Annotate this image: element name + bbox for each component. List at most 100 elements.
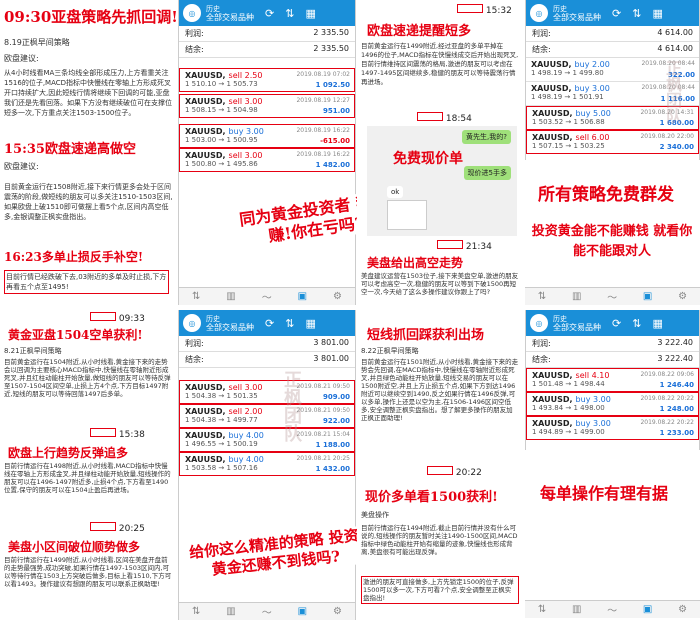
time-tag-2: 18:54	[417, 112, 472, 124]
heading-stoploss: 16:23多单止损反手补空!	[4, 250, 144, 264]
order-row[interactable]: XAUUSD, sell 2.00 2019.08.21 09:50 1 504.38…	[179, 404, 355, 428]
para-2: 目前行情运行在1494附近,截止目前行情并没有什么可说的,短线操作的朋友暂时关注…	[361, 524, 518, 556]
chat-area: 黄先生,我的? 现价进5手多 ok	[367, 126, 517, 236]
label-us: 美盘操作	[361, 511, 389, 519]
sort-icon[interactable]: ⇅	[285, 7, 294, 20]
calendar-icon[interactable]: ▦	[652, 7, 662, 20]
bottom-nav: ⇅ ▥ 〜 ▣ ⚙	[525, 287, 700, 305]
sort-icon[interactable]: ⇅	[285, 317, 294, 330]
order-row[interactable]: XAUUSD, buy 4.00 2019.08.21 20:25 1 503.58 …	[179, 452, 355, 476]
quotes-icon[interactable]: ⇅	[192, 606, 200, 617]
app-label: 历史	[206, 4, 220, 13]
bottom-nav: ⇅ ▥ 〜 ▣ ⚙	[179, 602, 355, 620]
para-2: 目前黄金运行在1508附近,接下来行情更多会处于区间震荡的阶段,做短线的朋友可以…	[4, 183, 173, 221]
heading-free-order: 免费现价单	[393, 148, 463, 168]
app-logo-icon: ◎	[530, 4, 548, 22]
order-row[interactable]: XAUUSD, sell 4.10 2019.08.22 09:06 1 501.48…	[526, 368, 699, 392]
summary-balance: 结余: 3 222.40	[526, 352, 699, 368]
time-tag: 20:22	[427, 466, 482, 478]
bottom-nav: ⇅ ▥ 〜 ▣ ⚙	[179, 287, 355, 305]
quotes-icon[interactable]: ⇅	[538, 604, 546, 615]
order-row[interactable]: XAUUSD, buy 3.00 2019.08.22 20:22 1 494.89 …	[526, 416, 699, 440]
chart-icon[interactable]: ▥	[572, 604, 581, 615]
time-tag-2: 15:38	[90, 428, 145, 440]
app-title: 全部交易品种	[206, 12, 254, 22]
trade-history-phone-4: ◎ 历史 全部交易品种 ⟳ ⇅ ▦ 利润: 3 222.40 结余: 3 222.40…	[525, 310, 700, 450]
chart-icon[interactable]: ▥	[572, 291, 581, 302]
para-highlight: 激进的朋友可直接做多,上方先锁定1500的位子,反弹1500可以多一次,下方可看…	[361, 576, 519, 604]
settings-icon[interactable]: ⚙	[333, 606, 342, 617]
chart-icon[interactable]: ▥	[226, 606, 235, 617]
sync-icon[interactable]: ⟳	[612, 317, 621, 330]
app-label: 历史	[553, 4, 567, 13]
chat-bubble: 黄先生,我的?	[462, 130, 511, 144]
app-title: 全部交易品种	[553, 12, 601, 22]
sync-icon[interactable]: ⟳	[265, 317, 274, 330]
label-europe: 欧盘建议:	[4, 54, 39, 63]
calendar-icon[interactable]: ▦	[305, 317, 315, 330]
settings-icon[interactable]: ⚙	[678, 604, 687, 615]
history-icon[interactable]: ▣	[298, 291, 307, 302]
order-row[interactable]: XAUUSD, buy 3.00 2019.08.19 16:22 1 503.00 …	[179, 124, 355, 148]
quotes-icon[interactable]: ⇅	[192, 291, 200, 302]
order-row[interactable]: XAUUSD, buy 3.00 2019.08.22 20:22 1 493.84 …	[526, 392, 699, 416]
order-row[interactable]: XAUUSD, sell 3.00 2019.08.19 16:22 1 500.80…	[179, 148, 355, 172]
para-1: 目前黄金运行在1504附近,从小时线看,黄金接下来的走势会以回调为主要核心MAC…	[4, 358, 171, 398]
time-tag-3: 20:25	[90, 522, 145, 534]
trade-icon[interactable]: 〜	[607, 602, 617, 617]
app-toolbar: ◎ 历史 全部交易品种 ⟳ ⇅ ▦	[179, 310, 355, 336]
app-title: 全部交易品种	[206, 322, 254, 332]
para-2: 目前行情运行在1498附近,从小时线看,MACD指标中快慢线在零轴上方形成金叉,…	[4, 462, 171, 494]
order-row[interactable]: XAUUSD, sell 6.00 2019.08.20 22:00 1 507.15…	[526, 130, 699, 154]
sort-icon[interactable]: ⇅	[632, 7, 641, 20]
slogan-reasoned: 每单操作有理有据	[540, 484, 669, 503]
sort-icon[interactable]: ⇅	[632, 317, 641, 330]
app-logo-icon: ◎	[183, 314, 201, 332]
history-icon[interactable]: ▣	[643, 604, 652, 615]
para-1: 从4小时线看MA三条均线全部形成压力,上方看重关注1516的位子,MACD指标中…	[4, 69, 172, 117]
trade-icon[interactable]: 〜	[607, 289, 617, 304]
order-row[interactable]: XAUUSD, buy 4.00 2019.08.21 15:04 1 496.55 …	[179, 428, 355, 452]
time-tag-3: 21:34	[437, 240, 492, 252]
watermark: 正枫团队	[281, 370, 302, 442]
history-icon[interactable]: ▣	[298, 606, 307, 617]
summary-profit: 利润: 3 801.00	[179, 336, 355, 352]
heading-asia: 09:30亚盘策略先抓回调!	[4, 8, 178, 26]
settings-icon[interactable]: ⚙	[333, 291, 342, 302]
sync-icon[interactable]: ⟳	[265, 7, 274, 20]
slogan-follow: 投资黄金能不能赚钱 就看你能不能跟对人	[531, 224, 693, 259]
date-line: 8.21正枫早间策略	[4, 347, 62, 355]
summary-balance: 结余: 3 801.00	[179, 352, 355, 368]
strategy-doc-aug19: 09:30亚盘策略先抓回调! 8.19正枫早间策略 欧盘建议: 从4小时线看MA…	[0, 0, 178, 305]
settings-icon[interactable]: ⚙	[678, 291, 687, 302]
order-row[interactable]: XAUUSD, sell 3.00 2019.08.19 12:27 1 508.15…	[179, 94, 355, 118]
heading-europe-long: 欧盘上行趋势反弹追多	[8, 446, 129, 460]
history-icon[interactable]: ▣	[643, 291, 652, 302]
date-line: 8.19正枫早间策略	[4, 38, 70, 47]
calendar-icon[interactable]: ▦	[652, 317, 662, 330]
app-toolbar: ◎ 历史 全部交易品种 ⟳ ⇅ ▦	[179, 0, 355, 26]
bottom-nav: ⇅ ▥ 〜 ▣ ⚙	[525, 600, 700, 618]
strategy-doc-aug21: 09:33 黄金亚盘1504空单获利! 8.21正枫早间策略 目前黄金运行在15…	[0, 310, 178, 620]
chart-icon[interactable]: ▥	[226, 291, 235, 302]
time-tag: 15:32	[457, 4, 512, 16]
strategy-doc-aug22: 短线抓回踩获利出场 8.22正枫早间策略 目前黄金运行在1501附近,从小时线看…	[357, 310, 525, 620]
order-row[interactable]: XAUUSD, sell 2.50 2019.08.19 07:02 1 510.10…	[179, 68, 355, 92]
para-3: 目前行情已经跌破下去,03附近的多单及时止损,下方再看五个点至1495!	[4, 270, 169, 294]
trade-icon[interactable]: 〜	[262, 289, 272, 304]
quotes-icon[interactable]: ⇅	[538, 291, 546, 302]
time-tag: 09:33	[90, 312, 145, 324]
trade-icon[interactable]: 〜	[262, 604, 272, 619]
para-1: 目前黄金运行在1499附近,经过亚盘的多单平掉在1496的位子,MACD指标在快…	[361, 42, 519, 86]
app-toolbar: ◎ 历史 全部交易品种 ⟳ ⇅ ▦	[526, 310, 699, 336]
strategy-doc-aug20: 15:32 欧盘速递提醒短多 目前黄金运行在1499附近,经过亚盘的多单平掉在1…	[357, 0, 525, 305]
trade-history-phone-1: ◎ 历史 全部交易品种 ⟳ ⇅ ▦ 利润: 2 335.50 结余: 2 335.50…	[178, 0, 356, 305]
calendar-icon[interactable]: ▦	[305, 7, 315, 20]
heading-us-short: 美盘给出高空走势	[367, 256, 464, 270]
order-row[interactable]: XAUUSD, sell 3.00 2019.08.21 09:50 1 504.38…	[179, 380, 355, 404]
app-logo-icon: ◎	[530, 314, 548, 332]
para-3: 目前行情运行在1499附近,从小时线看,区间在美盘开盘前的走势最强势,成功突破,…	[4, 556, 172, 588]
sync-icon[interactable]: ⟳	[612, 7, 621, 20]
summary-balance: 结余: 4 614.00	[526, 42, 699, 58]
heading-asia-short: 黄金亚盘1504空单获利!	[8, 328, 143, 342]
